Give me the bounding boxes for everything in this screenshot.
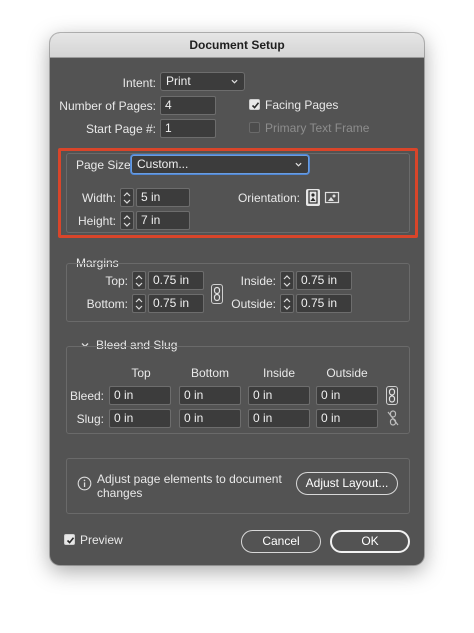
height-stepper[interactable] xyxy=(120,211,134,230)
bleed-inside-input[interactable]: 0 in xyxy=(248,386,310,405)
bleed-bottom-input[interactable]: 0 in xyxy=(179,386,241,405)
page-size-value: Custom... xyxy=(137,157,189,171)
slug-bottom-input[interactable]: 0 in xyxy=(179,409,241,428)
stepper-arrows-icon xyxy=(283,298,291,310)
pages-label: Number of Pages: xyxy=(59,99,156,113)
preview-label: Preview xyxy=(80,533,123,547)
margin-top-input[interactable]: 0.75 in xyxy=(148,271,204,290)
margin-bottom-input[interactable]: 0.75 in xyxy=(148,294,204,313)
orientation-label: Orientation: xyxy=(237,191,300,205)
primary-text-frame-checkbox[interactable] xyxy=(249,122,260,133)
start-page-input[interactable]: 1 xyxy=(160,119,216,138)
intent-select[interactable]: Print xyxy=(160,72,245,91)
adjust-layout-button[interactable]: Adjust Layout... xyxy=(296,472,398,495)
column-header-bottom: Bottom xyxy=(190,366,229,380)
stepper-arrows-icon xyxy=(283,275,291,287)
margin-top-label: Top: xyxy=(105,274,128,288)
stepper-arrows-icon xyxy=(123,192,131,204)
portrait-icon[interactable] xyxy=(306,189,320,206)
bleed-outside-input[interactable]: 0 in xyxy=(316,386,378,405)
dialog-title: Document Setup xyxy=(50,33,424,58)
chevron-down-icon xyxy=(295,162,302,167)
info-text-line1: Adjust page elements to document xyxy=(97,472,282,486)
slug-inside-input[interactable]: 0 in xyxy=(248,409,310,428)
margin-bottom-label: Bottom: xyxy=(86,297,128,311)
page-size-select[interactable]: Custom... xyxy=(131,155,309,174)
margin-outside-label: Outside: xyxy=(231,297,276,311)
stepper-arrows-icon xyxy=(135,298,143,310)
width-label: Width: xyxy=(81,191,116,205)
info-icon xyxy=(77,476,92,491)
pages-input[interactable]: 4 xyxy=(160,96,216,115)
margin-inside-stepper[interactable] xyxy=(280,271,294,290)
slug-label: Slug: xyxy=(76,412,104,426)
height-input[interactable]: 7 in xyxy=(136,211,190,230)
margin-bottom-stepper[interactable] xyxy=(132,294,146,313)
margin-inside-input[interactable]: 0.75 in xyxy=(296,271,352,290)
page-size-label: Page Size: xyxy=(76,158,135,172)
slug-top-input[interactable]: 0 in xyxy=(109,409,171,428)
primary-text-frame-label: Primary Text Frame xyxy=(265,121,370,135)
preview-checkbox[interactable] xyxy=(64,534,75,545)
facing-pages-label: Facing Pages xyxy=(265,98,339,112)
chevron-down-icon xyxy=(231,79,238,84)
chain-link-icon[interactable] xyxy=(386,386,398,405)
slug-outside-input[interactable]: 0 in xyxy=(316,409,378,428)
bleed-label: Bleed: xyxy=(69,389,104,403)
ok-button[interactable]: OK xyxy=(330,530,410,553)
column-header-outside: Outside xyxy=(326,366,368,380)
cancel-button[interactable]: Cancel xyxy=(241,530,321,553)
checkmark-icon xyxy=(66,537,75,544)
checkmark-icon xyxy=(251,102,260,109)
chain-link-icon[interactable] xyxy=(211,284,223,304)
landscape-icon[interactable] xyxy=(324,190,340,205)
margin-outside-input[interactable]: 0.75 in xyxy=(296,294,352,313)
stepper-arrows-icon xyxy=(123,215,131,227)
height-label: Height: xyxy=(77,214,116,228)
intent-value: Print xyxy=(166,74,191,88)
facing-pages-checkbox[interactable] xyxy=(249,99,260,110)
margin-inside-label: Inside: xyxy=(240,274,276,288)
info-text-line2: changes xyxy=(97,486,143,500)
start-page-label: Start Page #: xyxy=(85,122,156,136)
column-header-top: Top xyxy=(131,366,151,380)
margins-group xyxy=(66,263,410,322)
column-header-inside: Inside xyxy=(262,366,296,380)
margin-top-stepper[interactable] xyxy=(132,271,146,290)
broken-link-icon[interactable] xyxy=(386,409,400,428)
intent-label: Intent: xyxy=(122,76,156,90)
stepper-arrows-icon xyxy=(135,275,143,287)
width-input[interactable]: 5 in xyxy=(136,188,190,207)
margin-outside-stepper[interactable] xyxy=(280,294,294,313)
bleed-top-input[interactable]: 0 in xyxy=(109,386,171,405)
width-stepper[interactable] xyxy=(120,188,134,207)
